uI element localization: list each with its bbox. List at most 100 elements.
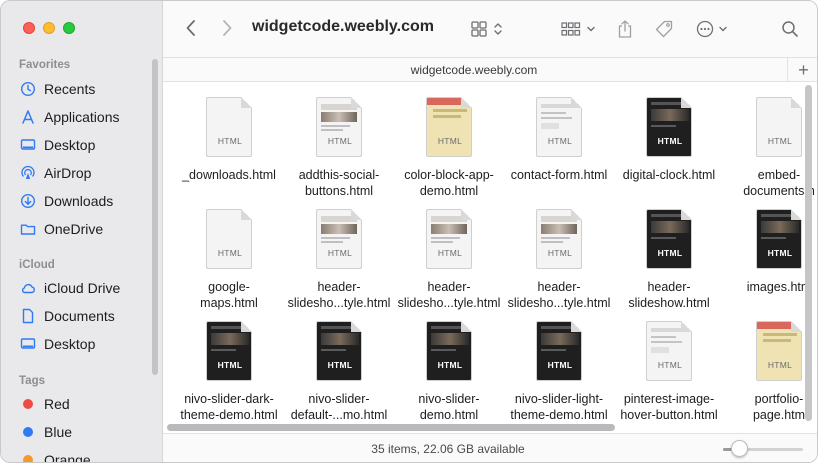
file-item[interactable]: HTML pinterest-image-hover-button.html: [613, 321, 725, 423]
new-tab-button[interactable]: +: [787, 58, 817, 82]
file-item[interactable]: HTML header-slidesho...tyle.html: [283, 209, 395, 311]
forward-button[interactable]: [217, 17, 237, 39]
file-name: portfolio-page.htm: [723, 391, 817, 423]
zoom-button[interactable]: [63, 22, 75, 34]
html-file-icon: HTML: [206, 209, 252, 269]
close-button[interactable]: [23, 22, 35, 34]
file-name-line: header-: [317, 280, 361, 294]
updown-chevron-icon: [494, 23, 502, 35]
file-item[interactable]: HTML addthis-social-buttons.html: [283, 97, 395, 199]
tag-dot-icon: [23, 427, 33, 437]
sidebar-tag-red[interactable]: Red: [20, 394, 70, 414]
file-item[interactable]: HTML header-slideshow.html: [613, 209, 725, 311]
html-file-icon: HTML: [316, 97, 362, 157]
file-name-line: maps.html: [200, 296, 258, 310]
sidebar-item-desktop[interactable]: Desktop: [20, 135, 95, 155]
file-name-line: nivo-slider-: [308, 392, 370, 406]
file-item[interactable]: HTML header-slidesho...tyle.html: [503, 209, 615, 311]
sidebar-item-label: Desktop: [44, 137, 96, 153]
file-name: nivo-slider-default-...mo.html: [283, 391, 395, 423]
file-name: images.htm: [723, 279, 817, 295]
sidebar-tag-blue[interactable]: Blue: [20, 422, 72, 442]
file-name-line: header-: [647, 280, 691, 294]
sidebar-item-airdrop[interactable]: AirDrop: [20, 163, 91, 183]
file-name-line: header-: [427, 280, 471, 294]
sidebar-item-applications[interactable]: Applications: [20, 107, 120, 127]
sidebar-item-icloud-drive[interactable]: iCloud Drive: [20, 278, 120, 298]
file-name-line: demo.html: [419, 184, 479, 198]
page-fold-icon: [461, 209, 472, 220]
applications-icon: [20, 109, 36, 125]
chevron-down-icon: [586, 26, 595, 32]
window-title: widgetcode.weebly.com: [252, 18, 434, 35]
status-text: 35 items, 22.06 GB available: [371, 442, 525, 456]
sidebar-item-onedrive[interactable]: OneDrive: [20, 219, 103, 239]
file-name-line: nivo-slider-dark-: [184, 392, 274, 406]
sidebar-item-recents[interactable]: Recents: [20, 79, 95, 99]
action-menu-button[interactable]: [693, 16, 731, 42]
horizontal-scrollbar[interactable]: [167, 424, 615, 431]
toolbar: widgetcode.weebly.com: [163, 1, 817, 57]
file-item[interactable]: HTML contact-form.html: [503, 97, 615, 183]
chevron-down-icon: [719, 26, 727, 32]
file-type-badge: HTML: [217, 360, 243, 370]
file-type-badge: HTML: [217, 136, 243, 146]
file-item[interactable]: HTML images.htm: [723, 209, 817, 295]
sidebar-item-downloads[interactable]: Downloads: [20, 191, 113, 211]
sidebar-item-label: OneDrive: [44, 221, 104, 237]
file-name-line: contact-form.html: [510, 168, 608, 182]
minimize-button[interactable]: [43, 22, 55, 34]
html-file-icon: HTML: [536, 209, 582, 269]
file-item[interactable]: HTML _downloads.html: [173, 97, 285, 183]
file-name: header-slidesho...tyle.html: [503, 279, 615, 311]
page-fold-icon: [571, 97, 582, 108]
sidebar-scrollbar[interactable]: [152, 59, 158, 375]
file-item[interactable]: HTML nivo-slider-dark-theme-demo.html: [173, 321, 285, 423]
file-name: contact-form.html: [503, 167, 615, 183]
tag-icon: [655, 20, 673, 38]
file-item[interactable]: HTML digital-clock.html: [613, 97, 725, 183]
sidebar-item-icloud-desktop[interactable]: Desktop: [20, 334, 95, 354]
file-type-badge: HTML: [327, 136, 353, 146]
file-item[interactable]: HTML nivo-slider-default-...mo.html: [283, 321, 395, 423]
view-mode-button[interactable]: [467, 17, 507, 41]
back-button[interactable]: [181, 17, 201, 39]
airdrop-icon: [20, 165, 36, 181]
sidebar: Favorites Recents Applications Desktop A…: [1, 1, 163, 462]
file-item[interactable]: HTML nivo-slider-light-theme-demo.html: [503, 321, 615, 423]
tags-button[interactable]: [651, 16, 677, 42]
file-name-line: _downloads.html: [182, 168, 276, 182]
file-item[interactable]: HTML google-maps.html: [173, 209, 285, 311]
file-item[interactable]: HTML color-block-app-demo.html: [393, 97, 505, 199]
ellipsis-circle-icon: [696, 20, 714, 38]
sidebar-item-documents[interactable]: Documents: [20, 306, 115, 326]
sidebar-item-label: iCloud Drive: [44, 280, 121, 296]
file-item[interactable]: HTML portfolio-page.htm: [723, 321, 817, 423]
group-button[interactable]: [559, 17, 597, 41]
page-fold-icon: [681, 209, 692, 220]
icon-size-slider-knob[interactable]: [731, 440, 748, 457]
file-type-badge: HTML: [327, 360, 353, 370]
tab-title[interactable]: widgetcode.weebly.com: [163, 63, 785, 77]
page-fold-icon: [791, 321, 802, 332]
file-name-line: images.htm: [746, 280, 812, 294]
vertical-scrollbar[interactable]: [805, 85, 812, 421]
file-item[interactable]: HTML embed-documents.h: [723, 97, 817, 199]
file-name-line: nivo-slider-light-: [514, 392, 604, 406]
file-name: embed-documents.h: [723, 167, 817, 199]
file-item[interactable]: HTML nivo-slider-demo.html: [393, 321, 505, 423]
downloads-icon: [20, 193, 36, 209]
file-item[interactable]: HTML header-slidesho...tyle.html: [393, 209, 505, 311]
page-fold-icon: [571, 209, 582, 220]
html-file-icon: HTML: [536, 321, 582, 381]
search-icon: [782, 21, 798, 37]
share-button[interactable]: [613, 16, 637, 42]
file-name: color-block-app-demo.html: [393, 167, 505, 199]
search-button[interactable]: [777, 16, 803, 42]
file-name: digital-clock.html: [613, 167, 725, 183]
file-type-badge: HTML: [437, 136, 463, 146]
file-type-badge: HTML: [547, 248, 573, 258]
file-type-badge: HTML: [547, 136, 573, 146]
sidebar-tag-orange[interactable]: Orange: [20, 450, 91, 462]
page-fold-icon: [351, 321, 362, 332]
